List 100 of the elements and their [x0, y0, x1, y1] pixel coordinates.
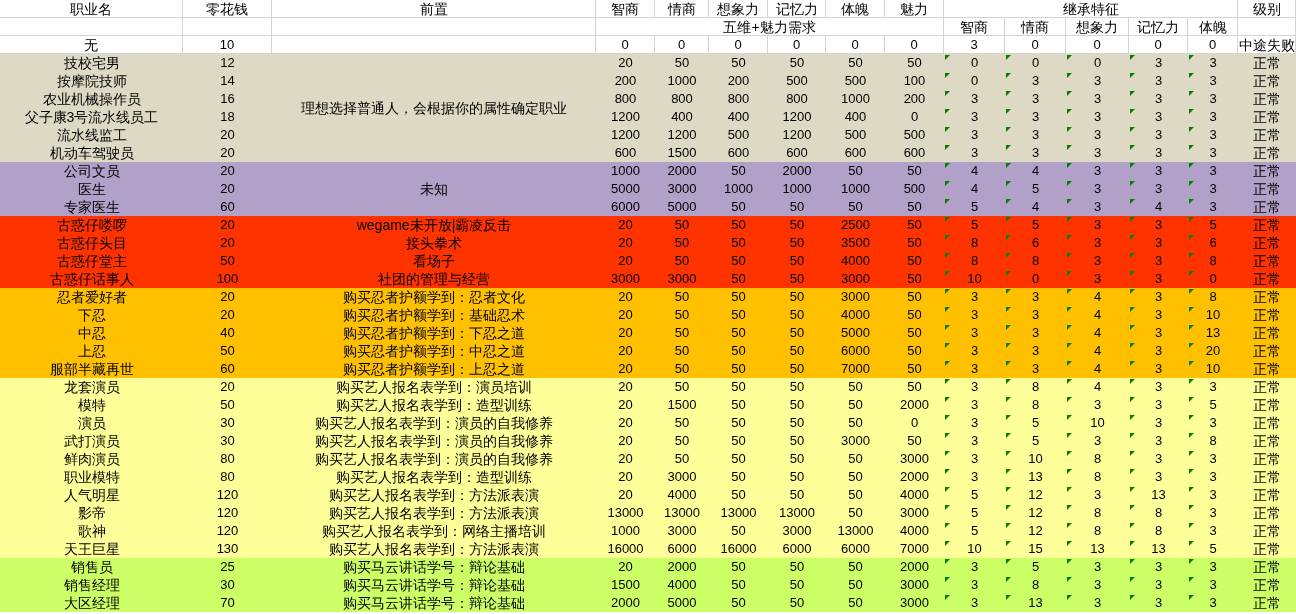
table-cell-text: 正常	[1252, 522, 1282, 540]
table-cell-text: 50	[847, 378, 864, 396]
table-cell-text: 400	[726, 108, 751, 126]
table-cell: 3	[1209, 468, 1217, 486]
table-cell-text: 中忍	[76, 324, 107, 342]
table-cell: 3	[1209, 90, 1217, 108]
table-cell-text: 购买艺人报名表学到：造型训练	[335, 468, 533, 486]
table-cell: 3	[1154, 252, 1163, 270]
table-cell-text: 正常	[1252, 342, 1282, 360]
table-cell-text: 20	[617, 288, 634, 306]
table-cell: 4	[970, 162, 979, 180]
table-cell: 3	[1093, 126, 1102, 144]
table-cell-text: 正常	[1252, 594, 1282, 612]
table-cell-text: 20	[219, 234, 236, 252]
table-cell: 4	[1031, 162, 1040, 180]
table-cell-text: 1000	[610, 162, 641, 180]
table-cell-text: 50	[673, 450, 691, 468]
table-cell-text: 父子康3号流水线员工	[23, 108, 160, 126]
table-cell-text: 1200	[781, 108, 813, 126]
table-cell-text: 50	[847, 450, 864, 468]
table-cell: 0	[596, 36, 655, 54]
table-cell: 3	[1209, 72, 1217, 90]
column-header: 继承特征	[944, 0, 1238, 18]
table-cell-text: 1200	[781, 126, 813, 144]
table-cell: 3	[1031, 324, 1040, 342]
table-cell-text: 公司文员	[62, 162, 121, 180]
table-cell: 8	[1093, 504, 1102, 522]
table-cell: 10	[1205, 360, 1221, 378]
table-cell-text: 30	[219, 414, 236, 432]
table-cell-text: 7000	[840, 360, 871, 378]
table-cell-text: 正常	[1252, 324, 1282, 342]
table-cell-text: 流水线监工	[55, 126, 128, 144]
table-cell-text: 50	[906, 324, 923, 342]
table-cell: 3	[1093, 486, 1102, 504]
table-cell: 3	[970, 378, 979, 396]
table-cell: 3	[970, 342, 979, 360]
table-cell-text: 50	[730, 288, 747, 306]
table-cell-text: 600	[613, 144, 638, 162]
column-header: 体魄	[1188, 18, 1238, 36]
table-cell-text: 1000	[610, 522, 641, 540]
table-cell-text: 2000	[899, 558, 930, 576]
table-cell: 3	[1093, 90, 1102, 108]
column-header: 想象力	[1066, 18, 1129, 36]
table-cell-text: 50	[788, 432, 806, 450]
table-cell: 3	[944, 36, 1005, 54]
table-cell-text: 1200	[610, 126, 641, 144]
table-cell-text: 3000	[781, 522, 813, 540]
table-cell-text: 正常	[1252, 234, 1282, 252]
table-cell: 10	[967, 270, 982, 288]
table-cell-text: 上忍	[76, 342, 107, 360]
table-cell-text: 200	[726, 72, 751, 90]
table-cell-text: 20	[219, 126, 236, 144]
table-cell-text: 购买艺人报名表学到：演员的自我修养	[314, 450, 554, 468]
table-cell-text: 6000	[840, 540, 871, 558]
table-cell: 3	[1154, 288, 1163, 306]
table-cell-text: 20	[219, 288, 236, 306]
table-cell-text: 50	[788, 342, 806, 360]
table-cell-text: 忍者爱好者	[55, 288, 128, 306]
table-cell-text: 购买忍者护额学到：下忍之道	[342, 324, 526, 342]
table-cell-text: 50	[219, 342, 236, 360]
table-cell-text: 800	[726, 90, 751, 108]
table-cell: 5	[970, 216, 979, 234]
table-cell-text: 50	[673, 360, 691, 378]
table-cell-text: 100	[902, 72, 927, 90]
table-cell-text: 20	[219, 306, 236, 324]
table-cell: 3	[970, 144, 979, 162]
table-cell-text: 歌神	[76, 522, 107, 540]
table-cell-text: 50	[788, 360, 806, 378]
column-header: 级别	[1238, 0, 1296, 18]
table-cell-text: 1000	[840, 90, 871, 108]
table-cell-text: 50	[673, 216, 691, 234]
table-cell-text: 正常	[1252, 378, 1282, 396]
table-cell-text: 2000	[899, 468, 930, 486]
table-cell: 3	[1154, 216, 1163, 234]
table-cell-text: 正常	[1252, 360, 1282, 378]
table-cell: 0	[885, 36, 944, 54]
table-cell-text: 3500	[840, 234, 871, 252]
table-cell: 3	[1209, 144, 1217, 162]
table-cell: 12	[1028, 504, 1043, 522]
table-cell-text: 30	[219, 432, 236, 450]
table-cell: 3	[1031, 90, 1040, 108]
table-cell: 3	[1031, 72, 1040, 90]
table-cell-text: 50	[673, 306, 691, 324]
table-cell-text: 50	[673, 54, 691, 72]
column-header: 前置	[272, 0, 596, 18]
table-cell: 3	[1209, 378, 1217, 396]
table-cell-text: 60	[219, 198, 236, 216]
table-cell-text: 500	[843, 126, 868, 144]
table-cell-text: 130	[215, 540, 240, 558]
table-cell-text: 2500	[840, 216, 871, 234]
table-cell-text: 50	[906, 342, 923, 360]
table-cell-text: 50	[906, 288, 923, 306]
table-cell-text: 50	[906, 270, 923, 288]
table-cell-text: 4000	[840, 306, 871, 324]
table-cell: 6	[1209, 234, 1217, 252]
table-cell-text: 50	[788, 486, 806, 504]
table-cell-text: 3000	[899, 504, 930, 522]
table-cell: 3	[1209, 576, 1217, 594]
table-cell: 0	[1188, 36, 1238, 54]
table-cell: 3	[1154, 144, 1163, 162]
